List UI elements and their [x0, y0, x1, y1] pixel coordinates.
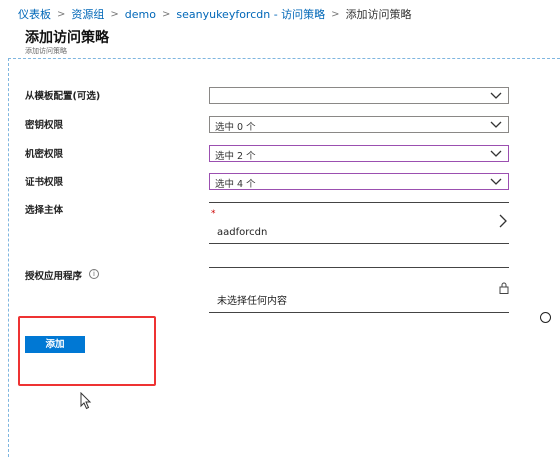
principal-bottom-line [209, 243, 509, 244]
key-permissions-dropdown[interactable]: 选中 0 个 [209, 116, 509, 133]
key-permissions-value: 选中 0 个 [215, 122, 256, 133]
cert-permissions-value: 选中 4 个 [215, 179, 256, 190]
chevron-down-icon [490, 92, 502, 99]
breadcrumb: 仪表板 > 资源组 > demo > seanyukeyforcdn - 访问策… [18, 4, 412, 24]
template-label: 从模板配置(可选) [25, 91, 101, 102]
secret-permissions-label: 机密权限 [25, 149, 64, 160]
resize-handle[interactable] [540, 312, 551, 323]
breadcrumb-separator: > [110, 8, 119, 20]
lock-icon [499, 282, 509, 294]
page-subtitle: 添加访问策略 [25, 47, 67, 55]
chevron-right-icon[interactable] [497, 214, 509, 228]
template-dropdown[interactable] [209, 87, 509, 104]
breadcrumb-separator: > [331, 8, 340, 20]
breadcrumb-separator: > [57, 8, 66, 20]
key-permissions-label: 密钥权限 [25, 120, 64, 131]
breadcrumb-separator: > [161, 8, 171, 20]
authorized-app-label: 授权应用程序 [25, 271, 83, 282]
page-title: 添加访问策略 [25, 30, 109, 46]
info-icon[interactable]: i [89, 269, 99, 279]
required-mark: * [211, 209, 216, 219]
chevron-down-icon [490, 178, 502, 185]
secret-permissions-value: 选中 2 个 [215, 151, 256, 162]
principal-top-line [209, 202, 509, 203]
authorized-app-top-line [209, 267, 509, 268]
blade-border-left [8, 58, 9, 457]
chevron-down-icon [490, 121, 502, 128]
add-button[interactable]: 添加 [25, 336, 85, 353]
cert-permissions-label: 证书权限 [25, 177, 64, 188]
principal-label: 选择主体 [25, 205, 64, 216]
breadcrumb-current: 添加访问策略 [345, 8, 412, 21]
authorized-app-value: 未选择任何内容 [217, 296, 287, 307]
principal-value[interactable]: aadforcdn [217, 227, 267, 238]
breadcrumb-dashboard[interactable]: 仪表板 [18, 6, 51, 22]
cert-permissions-dropdown[interactable]: 选中 4 个 [209, 173, 509, 190]
blade-border-top [8, 58, 560, 59]
mouse-cursor-icon [80, 392, 92, 410]
breadcrumb-access-policies[interactable]: seanyukeyforcdn - 访问策略 [176, 6, 325, 22]
breadcrumb-resource-groups[interactable]: 资源组 [71, 6, 104, 22]
authorized-app-bottom-line [209, 312, 509, 313]
breadcrumb-demo[interactable]: demo [125, 8, 156, 21]
secret-permissions-dropdown[interactable]: 选中 2 个 [209, 145, 509, 162]
chevron-down-icon [490, 150, 502, 157]
